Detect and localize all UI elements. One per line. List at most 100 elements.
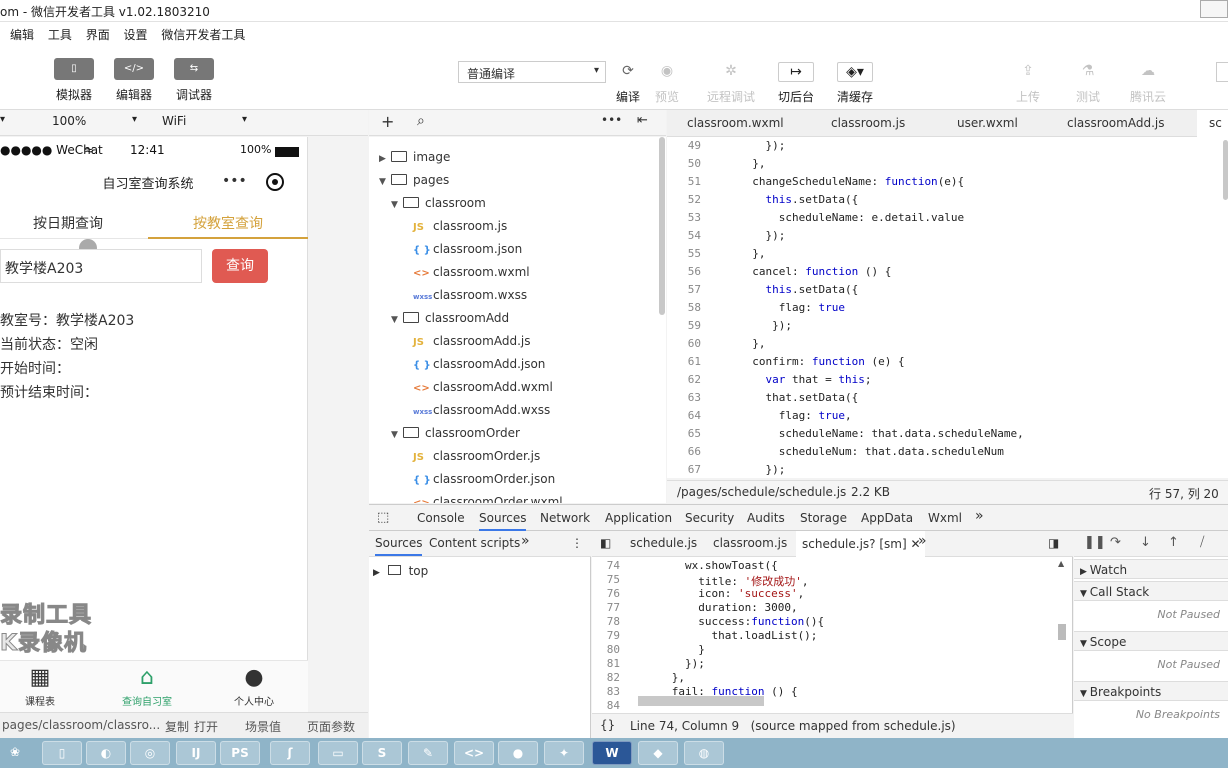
file-tree-scrollbar[interactable] xyxy=(659,137,665,315)
file-item[interactable]: JS classroomAdd.js xyxy=(413,330,530,353)
code-line[interactable]: flag: true xyxy=(739,301,845,314)
code-editor[interactable]: 49 }); 50 }, 51 changeScheduleName: functi… xyxy=(667,137,1228,478)
deactivate-breakpoints-icon[interactable]: ⧸ xyxy=(1200,535,1204,550)
taskbar-app-icon[interactable]: ✦ xyxy=(544,741,584,765)
pane-header[interactable]: ▼ Scope xyxy=(1074,631,1228,651)
remote-debug-button[interactable]: ✲ 远程调试 xyxy=(703,62,759,105)
compile-mode-select[interactable]: 普通编译 xyxy=(458,61,606,83)
tab-schedule-js[interactable]: sc xyxy=(1197,110,1228,137)
word-icon[interactable]: W xyxy=(592,741,632,765)
toggle-debugger-icon[interactable]: ◨ xyxy=(1048,536,1059,550)
more-icon[interactable]: ••• xyxy=(222,173,247,189)
test-button[interactable]: ⚗ 测试 xyxy=(1060,62,1116,105)
tab-sources-nav[interactable]: Sources xyxy=(375,536,423,556)
step-out-icon[interactable]: ↑ xyxy=(1168,535,1179,550)
inspect-icon[interactable]: ⬚ xyxy=(377,510,389,525)
taskbar-app-icon[interactable]: ◆ xyxy=(638,741,678,765)
tabbar-schedule[interactable]: ▦ 课程表 xyxy=(0,663,80,708)
taskbar-app-icon[interactable]: ◐ xyxy=(86,741,126,765)
classroom-input[interactable]: 教学楼A203 xyxy=(0,249,202,283)
sublime-icon[interactable]: S xyxy=(362,741,402,765)
debugger-button[interactable]: ⇆ 调试器 xyxy=(174,58,214,103)
folder-item[interactable]: ▼ classroom xyxy=(391,192,486,215)
file-item[interactable]: wxssclassroomAdd.wxss xyxy=(413,399,550,422)
tab-appdata[interactable]: AppData xyxy=(861,511,913,525)
upload-button[interactable]: ⇪ 上传 xyxy=(1000,62,1056,105)
tencent-cloud-button[interactable]: ☁ 腾讯云 xyxy=(1120,62,1176,105)
folder-item[interactable]: ▼ classroomAdd xyxy=(391,307,509,330)
code-line[interactable]: this.setData({ xyxy=(739,193,859,206)
tab-classroom-wxml[interactable]: classroom.wxml xyxy=(687,110,784,137)
copy-link[interactable]: 复制 xyxy=(165,718,189,735)
file-tab-schedule-sm[interactable]: schedule.js? [sm] ✕ xyxy=(796,531,925,557)
open-link[interactable]: 打开 xyxy=(194,718,218,735)
folder-item[interactable]: ▼ pages xyxy=(379,169,449,192)
file-item[interactable]: <>classroomOrder.wxml xyxy=(413,491,563,503)
clear-cache-button[interactable]: ◈▾ 清缓存 xyxy=(827,62,883,105)
wechat-devtools-icon[interactable]: <> xyxy=(454,741,494,765)
tab-user-wxml[interactable]: user.wxml xyxy=(957,110,1018,137)
code-line[interactable]: icon: 'success', xyxy=(632,587,804,600)
code-line[interactable]: scheduleName: e.detail.value xyxy=(739,211,964,224)
menu-edit[interactable]: 编辑 xyxy=(10,26,34,43)
tab-security[interactable]: Security xyxy=(685,511,734,525)
tab-content-scripts[interactable]: Content scripts xyxy=(429,536,520,550)
tab-application[interactable]: Application xyxy=(605,511,672,525)
source-code[interactable]: 74 wx.showToast({75 title: '修改成功', 76 ico… xyxy=(592,558,1062,710)
file-item[interactable]: <> classroomAdd.wxml xyxy=(413,376,553,399)
menu-settings[interactable]: 设置 xyxy=(124,26,148,43)
taskbar-app-icon[interactable]: ▭ xyxy=(318,741,358,765)
close-capsule-icon[interactable] xyxy=(266,173,284,191)
scene-value[interactable]: 场景值 xyxy=(245,718,281,735)
background-button[interactable]: ↦ 切后台 xyxy=(768,62,824,105)
kebab-icon[interactable]: ⋮ xyxy=(571,536,583,550)
zoom-select[interactable]: 100% ▾ xyxy=(52,114,142,128)
code-line[interactable]: duration: 3000, xyxy=(632,601,797,614)
collapse-panel-icon[interactable]: ⇤ xyxy=(637,113,648,128)
page-params[interactable]: 页面参数 xyxy=(307,718,355,735)
code-line[interactable]: }, xyxy=(739,247,765,260)
hscroll-thumb[interactable] xyxy=(638,696,764,706)
horizontal-scrollbar[interactable] xyxy=(628,696,1048,708)
code-line[interactable]: }, xyxy=(739,157,765,170)
chrome-icon[interactable]: ◎ xyxy=(130,741,170,765)
file-item[interactable]: { } classroomAdd.json xyxy=(413,353,545,376)
tab-storage[interactable]: Storage xyxy=(800,511,847,525)
code-line[interactable]: }); xyxy=(739,463,785,476)
file-tab-schedule-js[interactable]: schedule.js xyxy=(630,536,697,550)
tab-console[interactable]: Console xyxy=(417,511,465,525)
code-line[interactable]: this.setData({ xyxy=(739,283,859,296)
menu-devtools[interactable]: 微信开发者工具 xyxy=(161,26,245,43)
details-button[interactable] xyxy=(1216,62,1228,82)
source-scrollbar[interactable]: ▲ xyxy=(1058,559,1068,711)
toggle-navigator-icon[interactable]: ◧ xyxy=(600,536,611,550)
code-line[interactable]: changeScheduleName: function(e){ xyxy=(739,175,964,188)
taskbar-app-icon[interactable]: ▯ xyxy=(42,741,82,765)
network-select[interactable]: WiFi ▾ xyxy=(162,114,252,128)
search-icon[interactable]: ⌕ xyxy=(417,113,425,129)
start-icon[interactable]: ❀ xyxy=(0,741,30,765)
file-item[interactable]: { } classroomOrder.json xyxy=(413,468,555,491)
menu-view[interactable]: 界面 xyxy=(86,26,110,43)
more-icon[interactable]: ••• xyxy=(601,113,622,127)
editor-scrollbar[interactable] xyxy=(1223,140,1228,200)
code-line[interactable]: that.setData({ xyxy=(739,391,858,404)
tab-classroomadd-js[interactable]: classroomAdd.js xyxy=(1067,110,1164,137)
tabbar-study-room[interactable]: ⌂ 查询自习室 xyxy=(107,663,187,708)
notepad-icon[interactable]: ✎ xyxy=(408,741,448,765)
more-nav-icon[interactable]: » xyxy=(521,533,530,549)
minimize-button[interactable] xyxy=(1200,0,1228,18)
code-line[interactable]: }); xyxy=(739,319,792,332)
menu-tools[interactable]: 工具 xyxy=(48,26,72,43)
taskbar-app-icon[interactable]: ʃ xyxy=(270,741,310,765)
pretty-print-icon[interactable]: {} xyxy=(600,718,615,732)
editor-button[interactable]: </> 编辑器 xyxy=(114,58,154,103)
tab-audits[interactable]: Audits xyxy=(747,511,785,525)
folder-item[interactable]: ▼ classroomOrder xyxy=(391,422,520,445)
code-line[interactable]: }, xyxy=(739,337,765,350)
file-item[interactable]: JS classroomOrder.js xyxy=(413,445,540,468)
tab-by-classroom[interactable]: 按教室查询 xyxy=(193,213,263,233)
taskbar-app-icon[interactable]: ● xyxy=(498,741,538,765)
tree-top[interactable]: ▶ top xyxy=(373,564,428,578)
file-item[interactable]: <> classroom.wxml xyxy=(413,261,530,284)
